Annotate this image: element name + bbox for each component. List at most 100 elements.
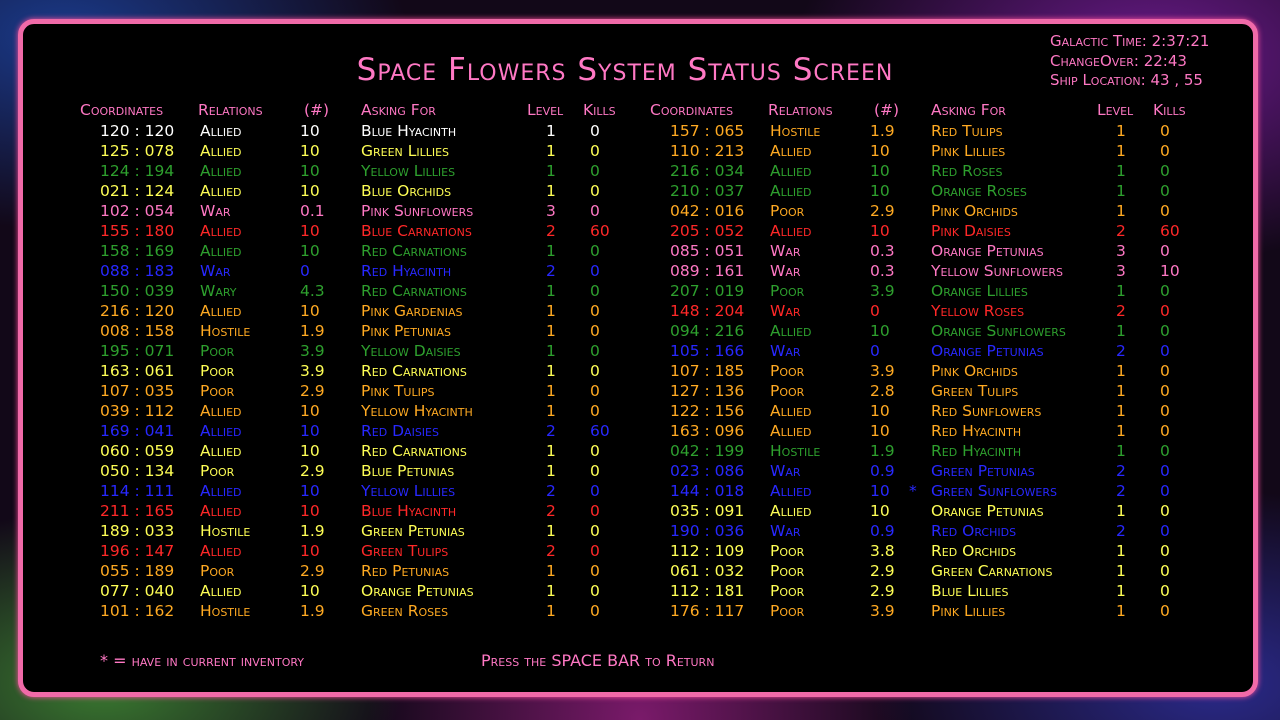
relations-cell: Poor [200, 562, 235, 580]
coordinates-cell: 107 : 035 [100, 382, 175, 400]
count-cell: 10 [300, 502, 320, 520]
kills-cell: 0 [590, 522, 600, 540]
relations-cell: Allied [200, 542, 242, 560]
count-cell: 10 [870, 482, 890, 500]
coordinates-cell: 211 : 165 [100, 502, 175, 520]
level-cell: 1 [546, 362, 556, 380]
relations-cell: Poor [770, 542, 805, 560]
count-cell: 3.9 [870, 282, 895, 300]
level-cell: 1 [546, 182, 556, 200]
asking-for-cell: Orange Lillies [931, 282, 1028, 300]
level-cell: 3 [546, 202, 556, 220]
kills-cell: 0 [590, 202, 600, 220]
asking-for-cell: Red Carnations [361, 442, 467, 460]
count-cell: 3.8 [870, 542, 895, 560]
count-cell: 10 [300, 182, 320, 200]
relations-cell: Allied [200, 402, 242, 420]
inventory-legend: * = have in current inventory [100, 651, 305, 670]
coordinates-cell: 039 : 112 [100, 402, 175, 420]
coordinates-cell: 077 : 040 [100, 582, 175, 600]
header-relations-left: Relations [198, 101, 263, 119]
asking-for-cell: Pink Orchids [931, 362, 1018, 380]
coordinates-cell: 196 : 147 [100, 542, 175, 560]
kills-cell: 0 [1160, 482, 1170, 500]
relations-cell: Allied [770, 482, 812, 500]
kills-cell: 60 [590, 422, 610, 440]
count-cell: 0.9 [870, 522, 895, 540]
kills-cell: 60 [1160, 222, 1180, 240]
count-cell: 10 [300, 142, 320, 160]
count-cell: 10 [870, 322, 890, 340]
asking-for-cell: Red Carnations [361, 282, 467, 300]
level-cell: 1 [546, 582, 556, 600]
kills-cell: 0 [1160, 522, 1170, 540]
relations-cell: Poor [770, 382, 805, 400]
asking-for-cell: Green Carnations [931, 562, 1053, 580]
relations-cell: Poor [770, 562, 805, 580]
asking-for-cell: Green Sunflowers [931, 482, 1058, 500]
asking-for-cell: Red Carnations [361, 362, 467, 380]
count-cell: 10 [300, 302, 320, 320]
level-cell: 1 [1116, 422, 1126, 440]
kills-cell: 60 [590, 222, 610, 240]
relations-cell: Allied [200, 122, 242, 140]
asking-for-cell: Red Roses [931, 162, 1003, 180]
relations-cell: Allied [770, 502, 812, 520]
level-cell: 1 [546, 382, 556, 400]
asking-for-cell: Blue Orchids [361, 182, 452, 200]
level-cell: 2 [1116, 342, 1126, 360]
coordinates-cell: 060 : 059 [100, 442, 175, 460]
asking-for-cell: Red Sunflowers [931, 402, 1042, 420]
kills-cell: 0 [1160, 242, 1170, 260]
count-cell: 10 [870, 162, 890, 180]
count-cell: 10 [300, 162, 320, 180]
count-cell: 1.9 [300, 322, 325, 340]
level-cell: 2 [1116, 462, 1126, 480]
relations-cell: Allied [200, 422, 242, 440]
coordinates-cell: 216 : 034 [670, 162, 745, 180]
relations-cell: Poor [200, 342, 235, 360]
count-cell: 2.9 [870, 202, 895, 220]
kills-cell: 0 [1160, 582, 1170, 600]
coordinates-cell: 216 : 120 [100, 302, 175, 320]
coordinates-cell: 088 : 183 [100, 262, 175, 280]
count-cell: 4.3 [300, 282, 325, 300]
level-cell: 3 [1116, 262, 1126, 280]
kills-cell: 0 [590, 542, 600, 560]
return-prompt: Press the SPACE BAR to Return [481, 651, 715, 670]
coordinates-cell: 189 : 033 [100, 522, 175, 540]
asking-for-cell: Red Carnations [361, 242, 467, 260]
kills-cell: 0 [590, 482, 600, 500]
level-cell: 1 [1116, 122, 1126, 140]
ship-location: Ship Location: 43 , 55 [1050, 71, 1203, 89]
count-cell: 2.9 [870, 582, 895, 600]
count-cell: 2.9 [300, 562, 325, 580]
kills-cell: 0 [590, 402, 600, 420]
kills-cell: 0 [590, 602, 600, 620]
level-cell: 1 [546, 302, 556, 320]
relations-cell: Hostile [200, 602, 251, 620]
relations-cell: Poor [770, 202, 805, 220]
relations-cell: Poor [770, 362, 805, 380]
relations-cell: Allied [200, 582, 242, 600]
kills-cell: 0 [1160, 322, 1170, 340]
asking-for-cell: Blue Petunias [361, 462, 455, 480]
coordinates-cell: 120 : 120 [100, 122, 175, 140]
coordinates-cell: 157 : 065 [670, 122, 745, 140]
level-cell: 1 [546, 562, 556, 580]
asking-for-cell: Yellow Roses [931, 302, 1025, 320]
asking-for-cell: Green Tulips [361, 542, 449, 560]
count-cell: 0.3 [870, 242, 895, 260]
level-cell: 1 [546, 142, 556, 160]
asking-for-cell: Orange Roses [931, 182, 1027, 200]
coordinates-cell: 195 : 071 [100, 342, 175, 360]
relations-cell: War [770, 262, 801, 280]
count-cell: 0.1 [300, 202, 325, 220]
asking-for-cell: Orange Sunflowers [931, 322, 1066, 340]
count-cell: 10 [300, 482, 320, 500]
header-level-left: Level [527, 101, 564, 119]
level-cell: 1 [546, 242, 556, 260]
relations-cell: Allied [770, 402, 812, 420]
kills-cell: 0 [1160, 382, 1170, 400]
level-cell: 1 [1116, 182, 1126, 200]
